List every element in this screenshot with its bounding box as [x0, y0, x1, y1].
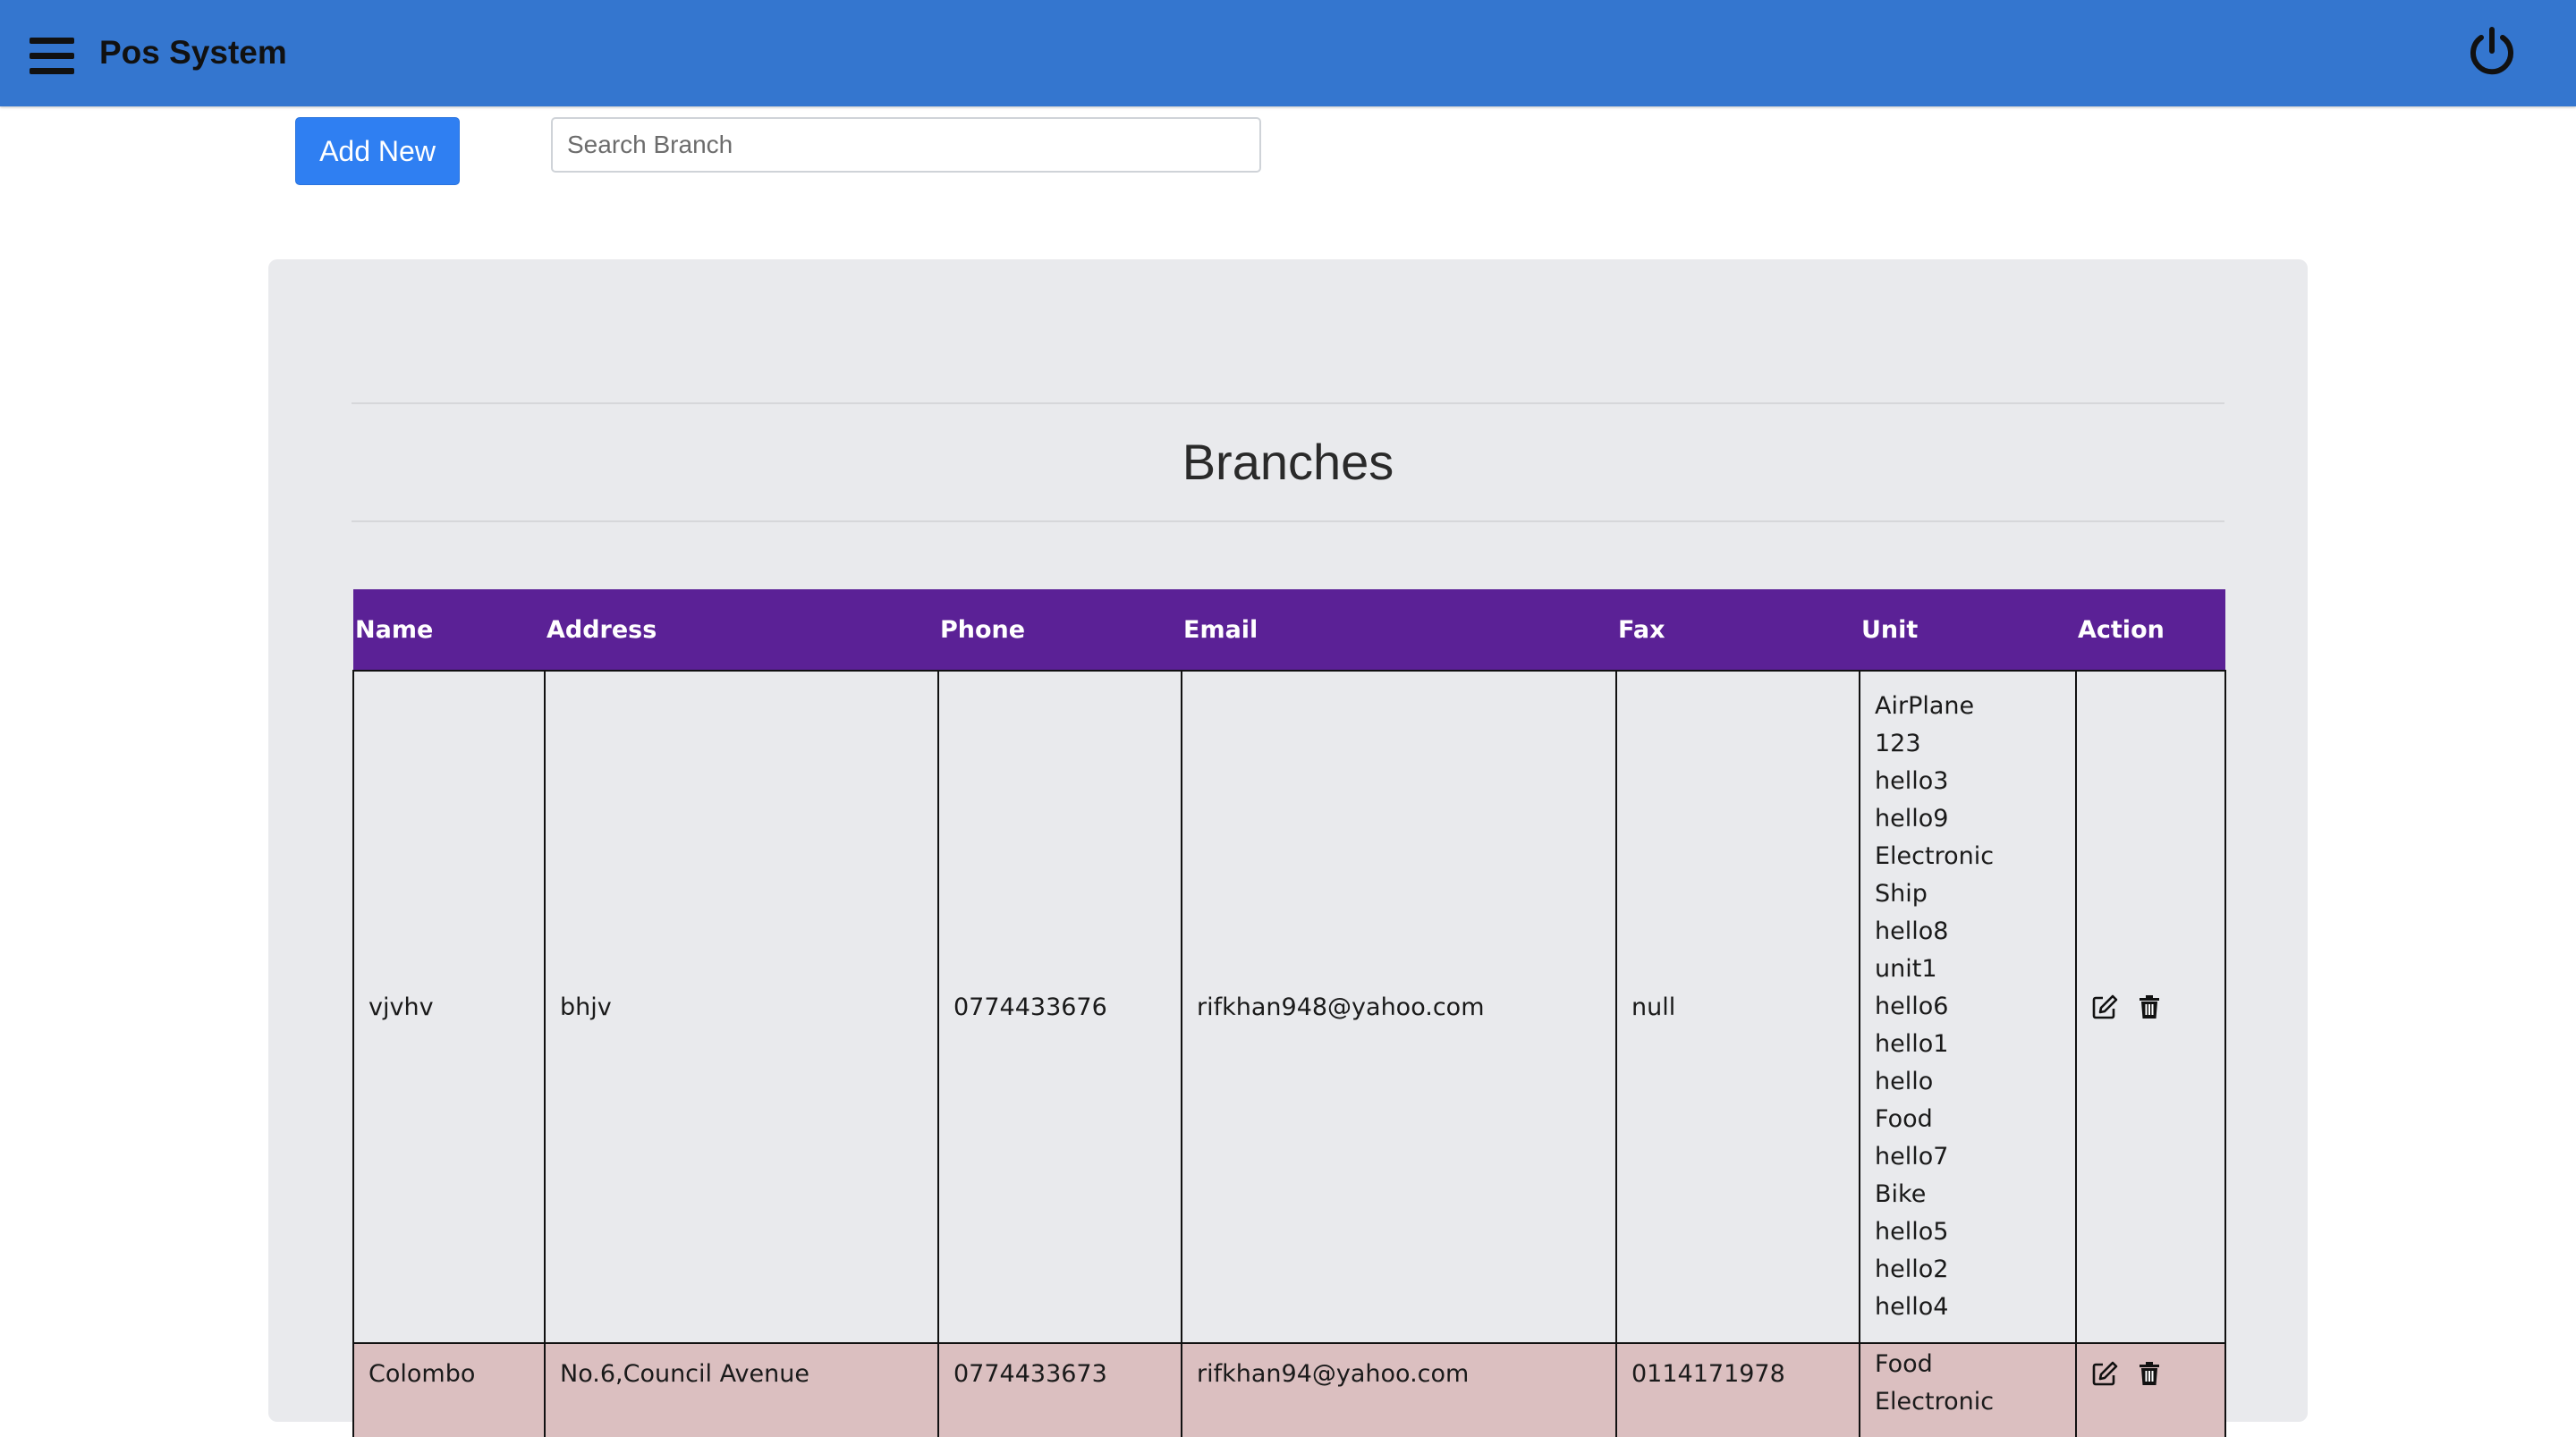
top-navbar: Pos System [0, 0, 2576, 106]
cell-units: Food Electronic [1859, 1343, 2077, 1437]
cell-address: bhjv [544, 671, 939, 1343]
unit-item: hello1 [1875, 1030, 1949, 1058]
page-title: Branches [1182, 434, 1394, 490]
cell-name: Colombo [352, 1343, 546, 1437]
unit-item: hello5 [1875, 1218, 1949, 1246]
column-header-fax: Fax [1618, 615, 1665, 644]
cell-actions [2075, 671, 2226, 1343]
search-branch-input[interactable] [551, 117, 1261, 173]
cell-fax: 0114171978 [1615, 1343, 1860, 1437]
column-header-action: Action [2078, 615, 2165, 644]
column-header-phone: Phone [940, 615, 1026, 644]
hamburger-menu-icon[interactable] [30, 38, 74, 75]
unit-item: Food [1875, 1105, 1933, 1133]
cell-address: No.6,Council Avenue [544, 1343, 939, 1437]
unit-item: hello2 [1875, 1255, 1949, 1283]
cell-phone: 0774433676 [937, 671, 1182, 1343]
table-row: Colombo No.6,Council Avenue 0774433673 r… [352, 1343, 2226, 1437]
unit-item: unit1 [1875, 955, 1937, 983]
unit-item: 123 [1875, 730, 1921, 757]
trash-icon[interactable] [2136, 1360, 2163, 1387]
app-title: Pos System [99, 34, 287, 71]
unit-item: hello8 [1875, 917, 1949, 945]
cell-fax: null [1615, 671, 1860, 1343]
column-header-address: Address [547, 615, 657, 644]
column-header-unit: Unit [1861, 615, 1919, 644]
cell-phone: 0774433673 [937, 1343, 1182, 1437]
unit-item: hello9 [1875, 805, 1949, 833]
unit-item: hello4 [1875, 1293, 1949, 1321]
unit-item: Electronic [1875, 842, 1995, 870]
cell-email: rifkhan948@yahoo.com [1181, 671, 1617, 1343]
add-new-button[interactable]: Add New [295, 117, 460, 185]
cell-email: rifkhan94@yahoo.com [1181, 1343, 1617, 1437]
column-header-email: Email [1183, 615, 1258, 644]
column-header-name: Name [355, 615, 434, 644]
cell-units: AirPlane 123 hello3 hello9 Electronic Sh… [1859, 671, 2077, 1343]
cell-actions [2075, 1343, 2226, 1437]
table-row: vjvhv bhjv 0774433676 rifkhan948@yahoo.c… [352, 671, 2226, 1343]
trash-icon[interactable] [2136, 993, 2163, 1020]
unit-item: hello6 [1875, 993, 1949, 1020]
power-icon[interactable] [2466, 26, 2518, 78]
unit-item: AirPlane [1875, 692, 1975, 720]
unit-item: Ship [1875, 880, 1928, 908]
unit-item: Bike [1875, 1180, 1927, 1208]
table-header-row: Name Address Phone Email Fax Unit Action [353, 589, 2225, 671]
edit-icon[interactable] [2091, 993, 2118, 1020]
divider-top [352, 402, 2224, 404]
unit-item: Food [1875, 1350, 1933, 1378]
unit-item: Electronic [1875, 1388, 1995, 1416]
unit-item: hello3 [1875, 767, 1949, 795]
unit-item: hello7 [1875, 1143, 1949, 1171]
edit-icon[interactable] [2091, 1360, 2118, 1387]
divider-bottom [352, 520, 2224, 522]
unit-item: hello [1875, 1068, 1934, 1095]
branches-table: Name Address Phone Email Fax Unit Action… [352, 589, 2226, 1437]
cell-name: vjvhv [352, 671, 546, 1343]
